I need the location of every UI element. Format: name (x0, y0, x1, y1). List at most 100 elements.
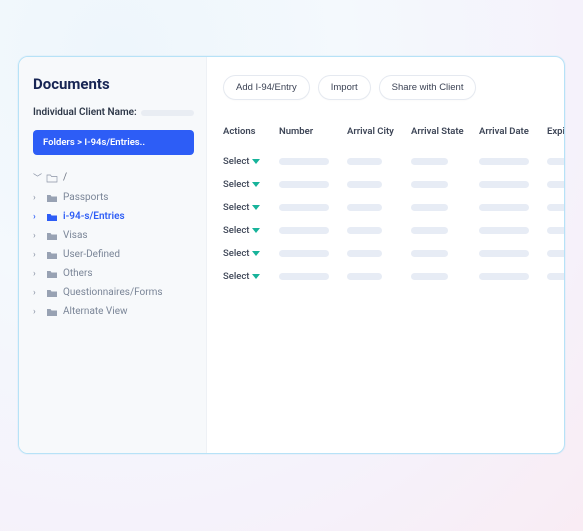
folder-icon (46, 288, 58, 298)
table-row: Select (223, 219, 548, 242)
skeleton-bar (479, 250, 529, 257)
breadcrumb[interactable]: Folders > I-94s/Entries.. (33, 130, 194, 155)
share-with-client-button[interactable]: Share with Client (379, 75, 477, 100)
cell-placeholder (279, 158, 341, 165)
skeleton-bar (547, 204, 564, 211)
skeleton-bar (279, 181, 329, 188)
skeleton-bar (411, 158, 448, 165)
cell-placeholder (411, 204, 473, 211)
select-label: Select (223, 156, 249, 167)
sidebar-item-user-defined[interactable]: › User-Defined (33, 245, 194, 264)
main-content: Add I-94/Entry Import Share with Client … (207, 57, 564, 453)
sidebar-item-label: Visas (63, 230, 88, 241)
caret-down-icon (252, 205, 260, 210)
table-header-row: Actions Number Arrival City Arrival Stat… (223, 126, 548, 150)
skeleton-bar (411, 181, 448, 188)
caret-down-icon (252, 228, 260, 233)
folder-tree: ﹀ / › Passports › i-94-s/Entries (33, 167, 194, 321)
cell-placeholder (279, 273, 341, 280)
skeleton-bar (279, 158, 329, 165)
tree-root[interactable]: ﹀ / (33, 167, 194, 188)
cell-placeholder (411, 273, 473, 280)
row-select-dropdown[interactable]: Select (223, 225, 273, 236)
row-select-dropdown[interactable]: Select (223, 271, 273, 282)
caret-down-icon (252, 274, 260, 279)
folder-icon (46, 193, 58, 203)
folder-icon (46, 231, 58, 241)
chevron-right-icon: › (33, 307, 41, 317)
select-label: Select (223, 179, 249, 190)
chevron-right-icon: › (33, 212, 41, 222)
cell-placeholder (547, 250, 564, 257)
actions-bar: Add I-94/Entry Import Share with Client (223, 75, 548, 100)
chevron-right-icon: › (33, 250, 41, 260)
skeleton-bar (411, 227, 448, 234)
skeleton-bar (347, 250, 382, 257)
sidebar-item-label: User-Defined (63, 249, 120, 260)
col-actions: Actions (223, 126, 273, 137)
sidebar-item-label: Passports (63, 192, 108, 203)
sidebar-item-passports[interactable]: › Passports (33, 188, 194, 207)
cell-placeholder (347, 227, 405, 234)
table-row: Select (223, 265, 548, 288)
sidebar: Documents Individual Client Name: Folder… (19, 57, 207, 453)
cell-placeholder (547, 273, 564, 280)
cell-placeholder (347, 158, 405, 165)
skeleton-bar (411, 273, 448, 280)
import-button[interactable]: Import (318, 75, 371, 100)
sidebar-item-others[interactable]: › Others (33, 264, 194, 283)
cell-placeholder (347, 204, 405, 211)
sidebar-item-label: i-94-s/Entries (63, 211, 125, 222)
chevron-down-icon: ﹀ (33, 171, 41, 184)
cell-placeholder (547, 227, 564, 234)
cell-placeholder (347, 181, 405, 188)
add-i94-button[interactable]: Add I-94/Entry (223, 75, 310, 100)
skeleton-bar (547, 227, 564, 234)
sidebar-item-alternate-view[interactable]: › Alternate View (33, 302, 194, 321)
cell-placeholder (279, 250, 341, 257)
row-select-dropdown[interactable]: Select (223, 202, 273, 213)
row-select-dropdown[interactable]: Select (223, 156, 273, 167)
table-row: Select (223, 242, 548, 265)
row-select-dropdown[interactable]: Select (223, 248, 273, 259)
cell-placeholder (279, 181, 341, 188)
folder-open-icon (46, 173, 58, 183)
skeleton-bar (479, 227, 529, 234)
caret-down-icon (252, 251, 260, 256)
chevron-right-icon: › (33, 269, 41, 279)
skeleton-bar (279, 227, 329, 234)
folder-icon (46, 269, 58, 279)
row-select-dropdown[interactable]: Select (223, 179, 273, 190)
folder-icon (46, 307, 58, 317)
cell-placeholder (411, 227, 473, 234)
sidebar-item-questionnaires[interactable]: › Questionnaires/Forms (33, 283, 194, 302)
documents-window: Documents Individual Client Name: Folder… (18, 56, 565, 454)
cell-placeholder (279, 227, 341, 234)
sidebar-item-visas[interactable]: › Visas (33, 226, 194, 245)
skeleton-bar (347, 227, 382, 234)
caret-down-icon (252, 159, 260, 164)
skeleton-bar (347, 158, 382, 165)
cell-placeholder (279, 204, 341, 211)
cell-placeholder (347, 273, 405, 280)
i94-table: Actions Number Arrival City Arrival Stat… (223, 126, 548, 288)
select-label: Select (223, 248, 249, 259)
skeleton-bar (347, 204, 382, 211)
cell-placeholder (479, 158, 541, 165)
client-name-placeholder (141, 110, 194, 116)
folder-icon (46, 212, 58, 222)
skeleton-bar (479, 158, 529, 165)
cell-placeholder (479, 181, 541, 188)
skeleton-bar (279, 273, 329, 280)
sidebar-item-label: Alternate View (63, 306, 128, 317)
cell-placeholder (479, 227, 541, 234)
cell-placeholder (479, 273, 541, 280)
select-label: Select (223, 202, 249, 213)
table-row: Select (223, 150, 548, 173)
caret-down-icon (252, 182, 260, 187)
skeleton-bar (411, 204, 448, 211)
sidebar-item-i94-entries[interactable]: › i-94-s/Entries (33, 207, 194, 226)
client-name-label: Individual Client Name: (33, 107, 137, 118)
skeleton-bar (347, 273, 382, 280)
cell-placeholder (347, 250, 405, 257)
